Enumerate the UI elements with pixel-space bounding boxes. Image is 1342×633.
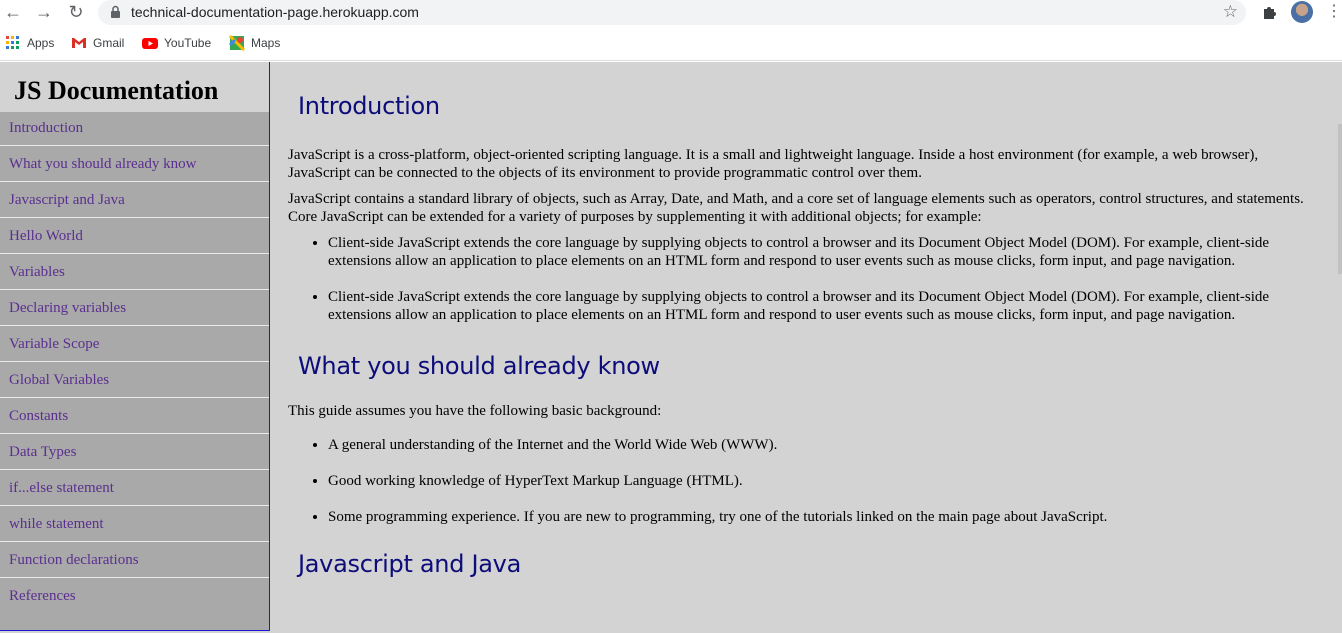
nav-list: Introduction What you should already kno… (0, 112, 269, 613)
nav-link-what-you-should-already-know[interactable]: What you should already know (0, 145, 269, 181)
bullet-list: A general understanding of the Internet … (288, 436, 1318, 526)
apps-grid-icon (6, 36, 19, 49)
list-item: A general understanding of the Internet … (328, 436, 1318, 454)
nav-link-declaring-variables[interactable]: Declaring variables (0, 289, 269, 325)
bookmark-label: Maps (251, 36, 281, 50)
nav-link-variables[interactable]: Variables (0, 253, 269, 289)
bookmarks-bar: Apps Gmail YouTube Maps (0, 28, 1342, 61)
extensions-puzzle-icon[interactable] (1260, 2, 1280, 22)
nav-link-introduction[interactable]: Introduction (0, 112, 269, 145)
browser-menu-icon[interactable]: ⋮ (1326, 1, 1342, 23)
address-bar[interactable]: technical-documentation-page.herokuapp.c… (98, 0, 1246, 25)
lock-icon (111, 5, 120, 18)
nav-link-variable-scope[interactable]: Variable Scope (0, 325, 269, 361)
bookmark-gmail[interactable]: Gmail (71, 35, 124, 51)
forward-arrow-icon[interactable]: → (33, 1, 55, 23)
sidebar-title: JS Documentation (0, 62, 269, 112)
bookmark-label: Gmail (93, 36, 125, 50)
main-content: Introduction JavaScript is a cross-platf… (288, 62, 1318, 633)
url-text[interactable]: technical-documentation-page.herokuapp.c… (131, 4, 419, 20)
profile-avatar[interactable] (1291, 1, 1313, 23)
paragraph: This guide assumes you have the followin… (288, 403, 662, 419)
reload-icon[interactable]: ↻ (65, 1, 87, 23)
maps-icon (229, 35, 245, 51)
nav-link-global-variables[interactable]: Global Variables (0, 361, 269, 397)
bullet-list: Client-side JavaScript extends the core … (288, 234, 1318, 324)
section-title: Introduction (298, 92, 440, 120)
youtube-icon (142, 38, 158, 49)
web-page: JS Documentation Introduction What you s… (0, 62, 1342, 633)
browser-toolbar: ← → ↻ technical-documentation-page.herok… (0, 0, 1342, 28)
back-arrow-icon[interactable]: ← (2, 1, 24, 23)
paragraph: JavaScript contains a standard library o… (288, 191, 1304, 225)
list-item: Client-side JavaScript extends the core … (328, 288, 1318, 324)
bookmark-star-icon[interactable]: ☆ (1223, 2, 1238, 22)
sidebar-nav: JS Documentation Introduction What you s… (0, 62, 270, 631)
page-scrollbar[interactable] (1338, 124, 1342, 274)
nav-link-references[interactable]: References (0, 577, 269, 613)
list-item: Client-side JavaScript extends the core … (328, 234, 1318, 270)
section-title: What you should already know (298, 352, 660, 380)
nav-link-hello-world[interactable]: Hello World (0, 217, 269, 253)
bookmark-apps[interactable]: Apps (5, 35, 54, 51)
nav-link-function-declarations[interactable]: Function declarations (0, 541, 269, 577)
nav-link-if-else-statement[interactable]: if...else statement (0, 469, 269, 505)
nav-link-constants[interactable]: Constants (0, 397, 269, 433)
gmail-icon (72, 38, 86, 48)
section-introduction: Introduction JavaScript is a cross-platf… (288, 92, 1318, 324)
bookmark-label: Apps (27, 36, 55, 50)
bookmark-youtube[interactable]: YouTube (142, 35, 211, 51)
section-javascript-and-java: Javascript and Java (288, 550, 1318, 578)
list-item: Some programming experience. If you are … (328, 508, 1318, 526)
bookmark-label: YouTube (164, 36, 212, 50)
list-item: Good working knowledge of HyperText Mark… (328, 472, 1318, 490)
section-what-you-should-already-know: What you should already know This guide … (288, 352, 1318, 526)
nav-link-javascript-and-java[interactable]: Javascript and Java (0, 181, 269, 217)
bookmark-maps[interactable]: Maps (229, 35, 280, 51)
section-title: Javascript and Java (298, 550, 521, 578)
paragraph: JavaScript is a cross-platform, object-o… (288, 147, 1259, 181)
nav-link-while-statement[interactable]: while statement (0, 505, 269, 541)
nav-link-data-types[interactable]: Data Types (0, 433, 269, 469)
